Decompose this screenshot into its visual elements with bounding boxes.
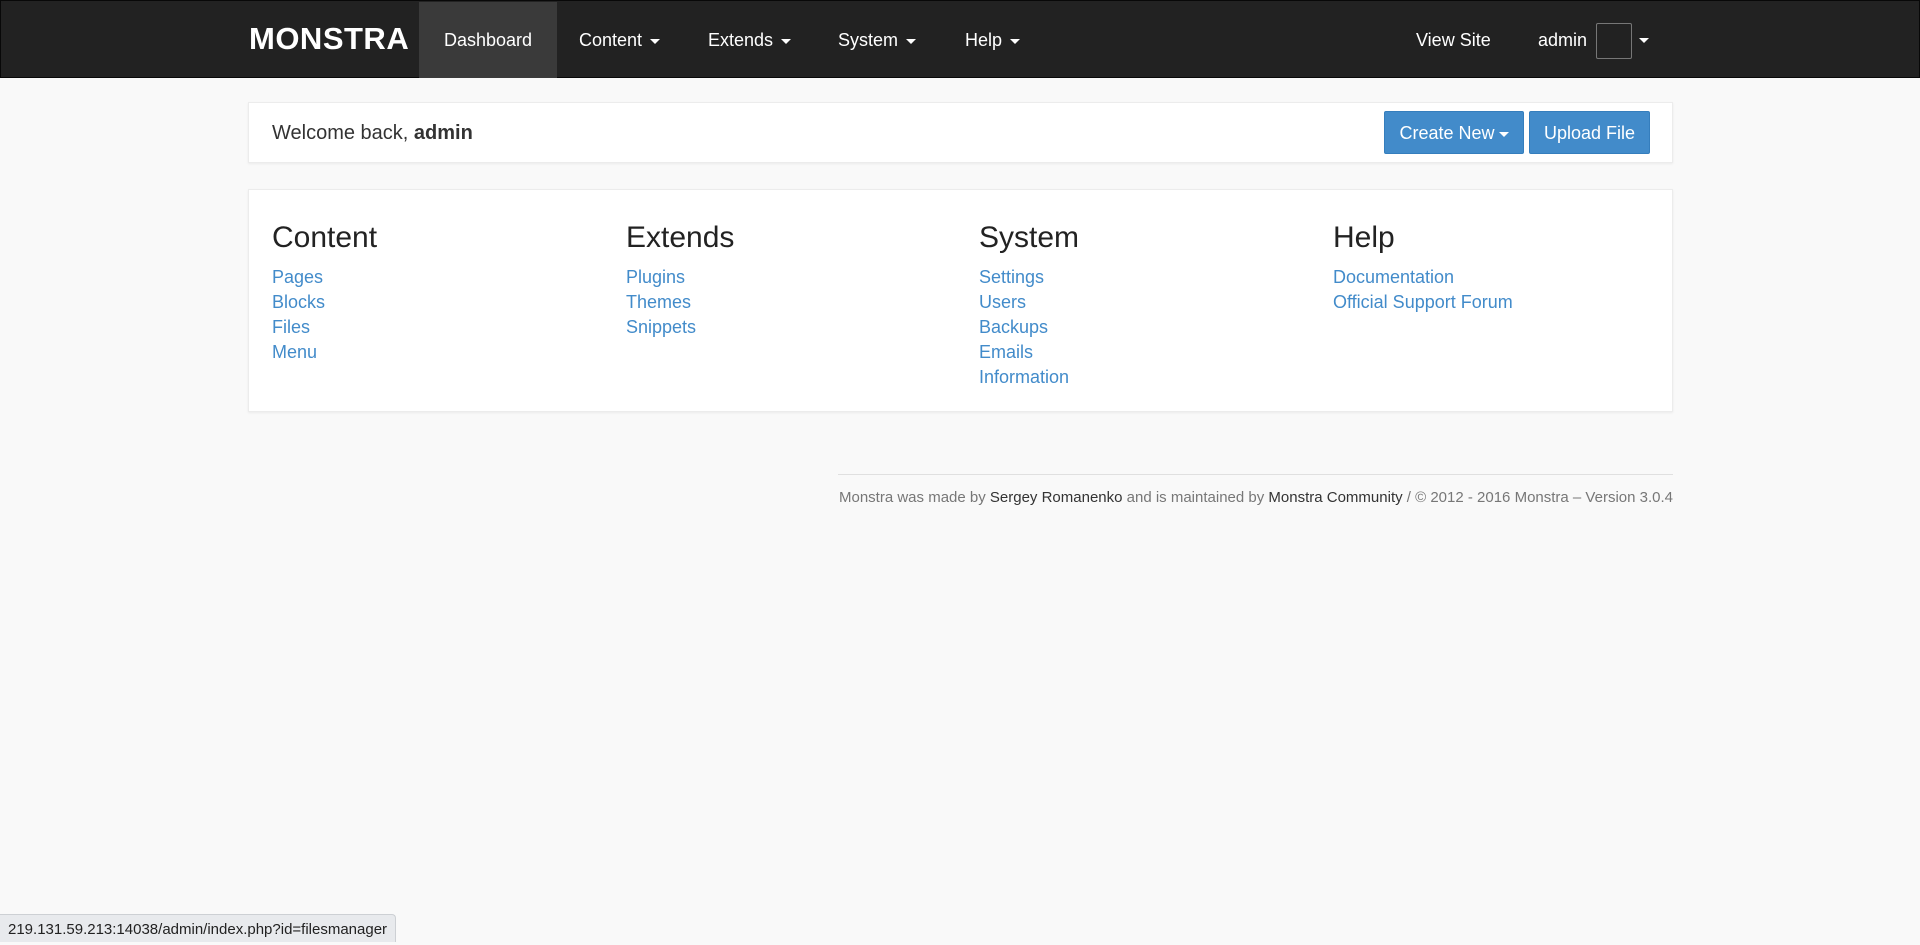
nav-extends-dropdown[interactable]: Extends <box>683 2 816 78</box>
footer-author-link[interactable]: Sergey Romanenko <box>990 489 1123 506</box>
link-backups[interactable]: Backups <box>979 315 1299 340</box>
caret-down-icon <box>650 38 661 44</box>
section-content: Content Pages Blocks Files Menu <box>272 220 592 365</box>
link-users[interactable]: Users <box>979 290 1299 315</box>
nav-help-dropdown[interactable]: Help <box>940 2 1045 78</box>
nav-system-label: System <box>838 30 899 50</box>
nav-dashboard-label: Dashboard <box>444 30 533 50</box>
link-menu[interactable]: Menu <box>272 340 592 365</box>
footer-community-link[interactable]: Monstra Community <box>1268 489 1402 506</box>
caret-down-icon <box>1498 131 1509 137</box>
caret-down-icon <box>906 38 917 44</box>
link-themes[interactable]: Themes <box>626 290 946 315</box>
brand-logo[interactable]: MONSTRA <box>249 1 409 79</box>
section-title: Extends <box>626 221 735 254</box>
link-settings[interactable]: Settings <box>979 265 1299 290</box>
upload-file-button[interactable]: Upload File <box>1529 111 1650 154</box>
footer-text: Monstra was made by <box>839 489 990 506</box>
footer-text: and is maintained by <box>1122 489 1269 506</box>
link-plugins[interactable]: Plugins <box>626 265 946 290</box>
section-system: System Settings Users Backups Emails Inf… <box>979 220 1299 390</box>
caret-down-icon <box>781 38 792 44</box>
section-title: Help <box>1333 221 1395 254</box>
nav-content-dropdown[interactable]: Content <box>554 2 685 78</box>
section-title: System <box>979 221 1080 254</box>
nav-help-label: Help <box>965 30 1003 50</box>
top-navbar: MONSTRA Dashboard Content Extends System… <box>0 0 1920 78</box>
nav-system-dropdown[interactable]: System <box>813 2 941 78</box>
link-files[interactable]: Files <box>272 315 592 340</box>
section-extends: Extends Plugins Themes Snippets <box>626 220 946 340</box>
section-title: Content <box>272 221 378 254</box>
page-footer: Monstra was made by Sergey Romanenko and… <box>838 474 1673 506</box>
create-new-button[interactable]: Create New <box>1384 111 1524 154</box>
link-information[interactable]: Information <box>979 365 1299 390</box>
dashboard-sections-panel: Content Pages Blocks Files Menu Extends … <box>248 189 1673 412</box>
footer-copyright: / © 2012 - 2016 Monstra – Version 3.0.4 <box>1402 489 1673 506</box>
link-blocks[interactable]: Blocks <box>272 290 592 315</box>
link-emails[interactable]: Emails <box>979 340 1299 365</box>
nav-extends-label: Extends <box>708 30 774 50</box>
link-documentation[interactable]: Documentation <box>1333 265 1653 290</box>
welcome-prefix: Welcome back, <box>272 122 414 144</box>
link-support-forum[interactable]: Official Support Forum <box>1333 290 1653 315</box>
browser-status-url: 219.131.59.213:14038/admin/index.php?id=… <box>0 914 397 942</box>
nav-content-label: Content <box>579 30 643 50</box>
create-new-label: Create New <box>1399 123 1495 143</box>
nav-dashboard[interactable]: Dashboard <box>419 2 558 78</box>
caret-down-icon[interactable] <box>1639 38 1649 43</box>
user-menu[interactable]: admin <box>1513 2 1587 78</box>
link-snippets[interactable]: Snippets <box>626 315 946 340</box>
welcome-message: Welcome back, admin <box>272 122 473 145</box>
section-help: Help Documentation Official Support Foru… <box>1333 220 1653 315</box>
caret-down-icon <box>1010 38 1021 44</box>
user-avatar[interactable] <box>1596 23 1632 59</box>
link-pages[interactable]: Pages <box>272 265 592 290</box>
view-site-link[interactable]: View Site <box>1391 2 1516 78</box>
welcome-username: admin <box>413 122 473 144</box>
welcome-panel: Welcome back, admin Create New Upload Fi… <box>248 102 1673 163</box>
